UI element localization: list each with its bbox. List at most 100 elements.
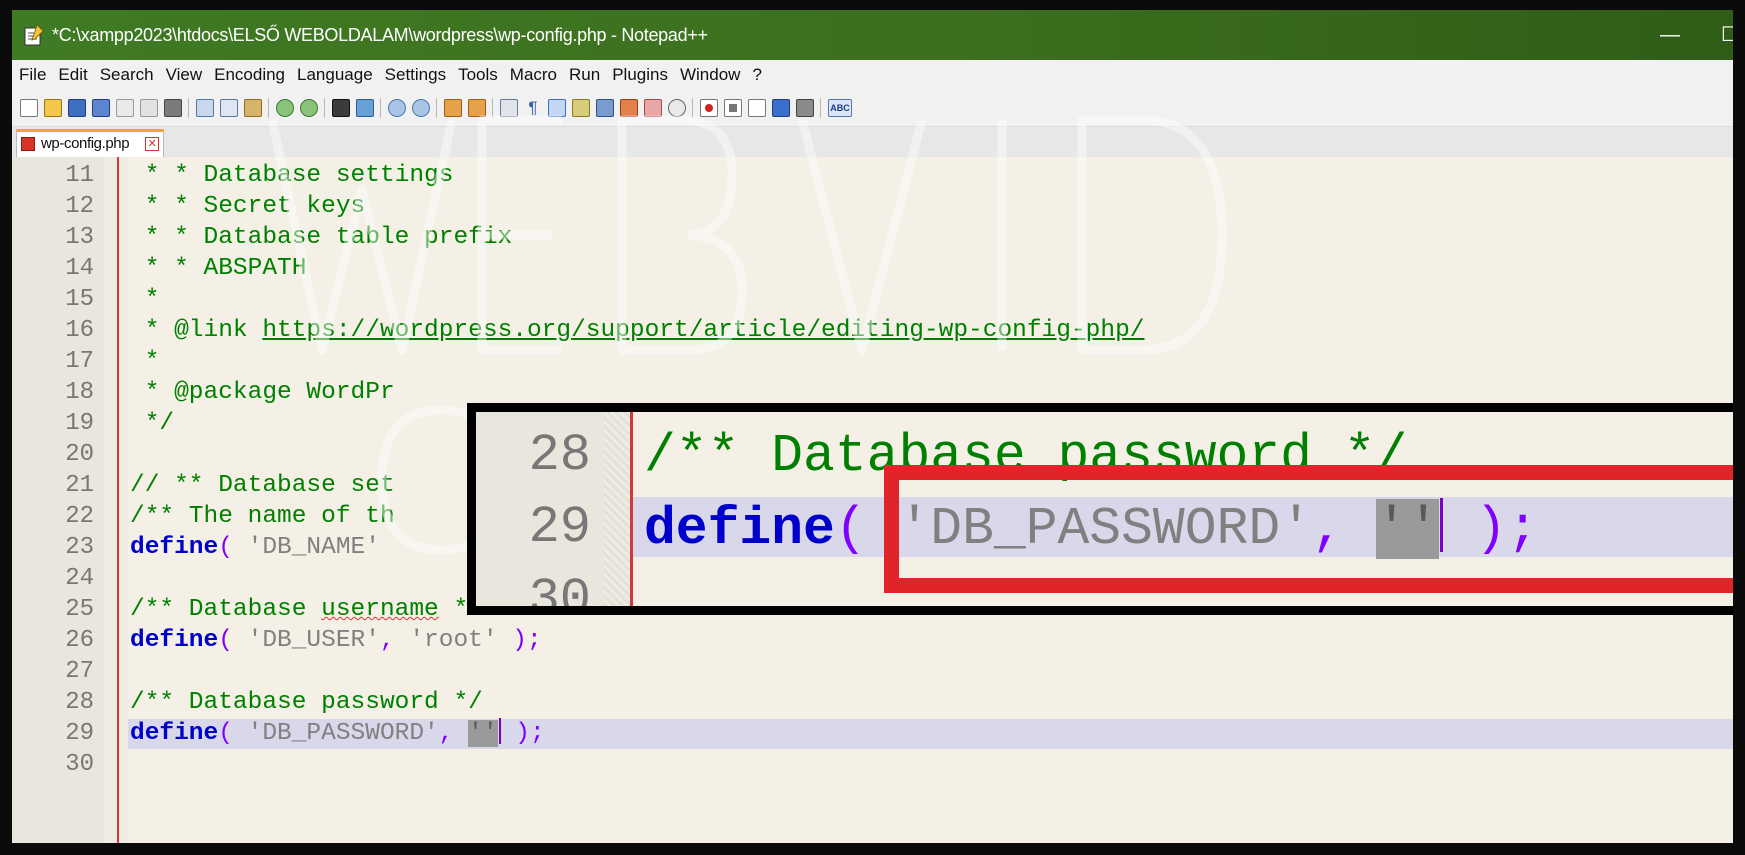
spell-check-icon[interactable]: ABC	[828, 99, 852, 117]
code-line: *	[130, 286, 160, 313]
maximize-button[interactable]: ☐	[1700, 10, 1733, 60]
zoom-edge-line	[630, 412, 633, 606]
menu-window[interactable]: Window	[675, 60, 745, 90]
sync-horizontal-icon[interactable]	[468, 99, 486, 117]
zoom-out-icon[interactable]	[412, 99, 430, 117]
window-title: *C:\xampp2023\htdocs\ELSŐ WEBOLDALAM\wor…	[52, 25, 708, 45]
menu-view[interactable]: View	[161, 60, 208, 90]
string-literal: 'DB_PASSWORD'	[247, 720, 439, 747]
misspelled-word: username	[321, 596, 439, 623]
menu-tools[interactable]: Tools	[453, 60, 503, 90]
save-macro-icon[interactable]	[796, 99, 814, 117]
comment-text: /** Database	[130, 596, 322, 623]
menu-settings[interactable]: Settings	[380, 60, 451, 90]
operator: (	[218, 720, 248, 747]
monitoring-icon[interactable]	[668, 99, 686, 117]
operator: ,	[438, 720, 469, 747]
code-line: *	[130, 348, 160, 375]
run-macro-multiple-icon[interactable]	[772, 99, 790, 117]
menu-bar: File Edit Search View Encoding Language Settin…	[12, 60, 1733, 90]
code-line: define( 'DB_NAME'	[130, 532, 380, 563]
zoom-operator: ,	[1311, 499, 1376, 559]
code-line: /** Database username */	[130, 594, 483, 625]
new-file-icon[interactable]	[20, 99, 38, 117]
line-number: 17	[65, 348, 94, 375]
menu-search[interactable]: Search	[95, 60, 159, 90]
fold-margin[interactable]	[104, 157, 128, 843]
tab-bar: wp-config.php ✕	[12, 127, 1733, 158]
user-lang-icon[interactable]	[572, 99, 590, 117]
menu-run[interactable]: Run	[564, 60, 605, 90]
line-number: 14	[65, 255, 94, 282]
close-icon[interactable]	[116, 99, 134, 117]
show-all-chars-icon[interactable]: ¶	[524, 99, 542, 117]
menu-file[interactable]: File	[14, 60, 51, 90]
menu-edit[interactable]: Edit	[53, 60, 92, 90]
open-file-icon[interactable]	[44, 99, 62, 117]
tab-close-icon[interactable]: ✕	[145, 137, 159, 151]
zoom-code-line-current: define( 'DB_PASSWORD', '' );	[644, 498, 1539, 559]
zoom-in-icon[interactable]	[388, 99, 406, 117]
line-number: 15	[65, 286, 94, 313]
code-line: * * ABSPATH	[130, 255, 307, 282]
save-all-icon[interactable]	[92, 99, 110, 117]
code-line: * * Database settings	[130, 162, 454, 189]
folder-workspace-icon[interactable]	[644, 99, 662, 117]
code-line: * * Database table prefix	[130, 224, 513, 251]
line-number: 13	[65, 224, 94, 251]
tab-wp-config[interactable]: wp-config.php ✕	[16, 129, 164, 157]
menu-language[interactable]: Language	[292, 60, 378, 90]
indent-guide-icon[interactable]	[548, 99, 566, 117]
menu-help[interactable]: ?	[747, 60, 766, 90]
stop-record-icon[interactable]	[724, 99, 742, 117]
play-macro-icon[interactable]	[748, 99, 766, 117]
keyword-define: define	[130, 720, 219, 747]
line-number: 26	[65, 627, 94, 654]
replace-icon[interactable]	[356, 99, 374, 117]
record-macro-icon[interactable]	[700, 99, 718, 117]
selected-empty-password: ''	[468, 720, 498, 747]
find-icon[interactable]	[332, 99, 350, 117]
word-wrap-icon[interactable]	[500, 99, 518, 117]
line-number: 22	[65, 503, 94, 530]
code-line: /** Database password */	[130, 689, 483, 716]
zoom-keyword-define: define	[644, 499, 835, 559]
operator: );	[500, 720, 545, 747]
line-number: 19	[65, 410, 94, 437]
edge-line	[117, 157, 119, 843]
code-line: * @package WordPr	[130, 379, 395, 406]
docs-link[interactable]: https://wordpress.org/support/article/ed…	[262, 317, 1144, 344]
notepad-app-icon	[24, 24, 44, 46]
zoom-line-number: 29	[528, 498, 591, 557]
code-line: * * Secret keys	[130, 193, 366, 220]
minimize-button[interactable]: —	[1640, 10, 1700, 60]
menu-encoding[interactable]: Encoding	[209, 60, 290, 90]
line-number: 29	[65, 720, 94, 747]
paste-icon[interactable]	[244, 99, 262, 117]
save-icon[interactable]	[68, 99, 86, 117]
cut-icon[interactable]	[196, 99, 214, 117]
title-bar: *C:\xampp2023\htdocs\ELSŐ WEBOLDALAM\wor…	[12, 10, 1733, 60]
code-line: * @link https://wordpress.org/support/ar…	[130, 315, 1145, 346]
comment-text: * @link	[130, 317, 263, 344]
function-list-icon[interactable]	[620, 99, 638, 117]
close-all-icon[interactable]	[140, 99, 158, 117]
undo-icon[interactable]	[276, 99, 294, 117]
code-line: /** The name of th	[130, 503, 395, 530]
doc-map-icon[interactable]	[596, 99, 614, 117]
string-literal: 'root'	[409, 627, 498, 654]
print-icon[interactable]	[164, 99, 182, 117]
line-number: 11	[65, 162, 94, 189]
line-number: 28	[65, 689, 94, 716]
sync-vertical-icon[interactable]	[444, 99, 462, 117]
zoom-fold-margin	[604, 412, 630, 606]
menu-macro[interactable]: Macro	[505, 60, 562, 90]
redo-icon[interactable]	[300, 99, 318, 117]
copy-icon[interactable]	[220, 99, 238, 117]
line-number: 30	[65, 751, 94, 778]
line-number: 16	[65, 317, 94, 344]
menu-plugins[interactable]: Plugins	[607, 60, 673, 90]
zoom-line-number: 28	[528, 426, 591, 485]
code-line-current: define( 'DB_PASSWORD', '' );	[130, 718, 545, 749]
keyword-define: define	[130, 627, 219, 654]
